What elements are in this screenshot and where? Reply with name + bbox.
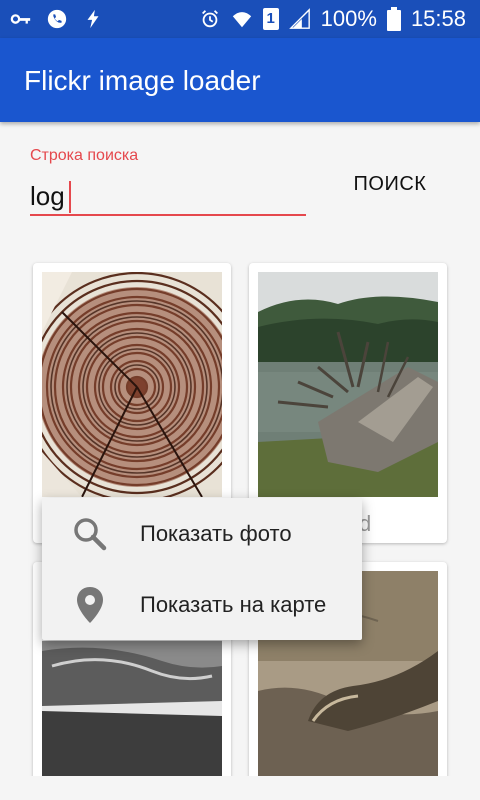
signal-icon bbox=[288, 8, 310, 29]
wifi-icon bbox=[232, 12, 251, 28]
search-label: Строка поиска bbox=[30, 147, 139, 164]
app-title: Flickr image loader bbox=[24, 65, 261, 96]
clock-time: 15:58 bbox=[410, 6, 466, 31]
battery-percent: 100% bbox=[320, 6, 377, 31]
search-icon bbox=[74, 518, 107, 551]
key-icon bbox=[10, 14, 31, 24]
photo-lake-log bbox=[258, 272, 438, 497]
context-menu: Показать фото Показать на карте bbox=[42, 498, 362, 640]
menu-item-show-on-map[interactable]: Показать на карте bbox=[42, 569, 362, 640]
sim-icon: 1 bbox=[262, 8, 279, 30]
menu-item-label: Показать фото bbox=[140, 520, 292, 546]
status-bar: 1 100% 15:58 bbox=[0, 0, 480, 38]
phone-icon bbox=[47, 9, 67, 29]
text-cursor bbox=[69, 181, 71, 213]
menu-item-show-photo[interactable]: Показать фото bbox=[42, 498, 362, 569]
map-pin-icon bbox=[77, 587, 103, 623]
app-bar: Flickr image loader bbox=[0, 38, 480, 122]
menu-item-label: Показать на карте bbox=[140, 591, 327, 617]
bolt-icon bbox=[87, 9, 99, 29]
search-button[interactable]: ПОИСК bbox=[340, 166, 440, 202]
battery-icon bbox=[386, 7, 401, 31]
alarm-icon bbox=[201, 10, 218, 28]
bottom-area bbox=[0, 776, 480, 800]
photo-tree-rings bbox=[42, 272, 222, 497]
search-input[interactable] bbox=[30, 178, 306, 216]
